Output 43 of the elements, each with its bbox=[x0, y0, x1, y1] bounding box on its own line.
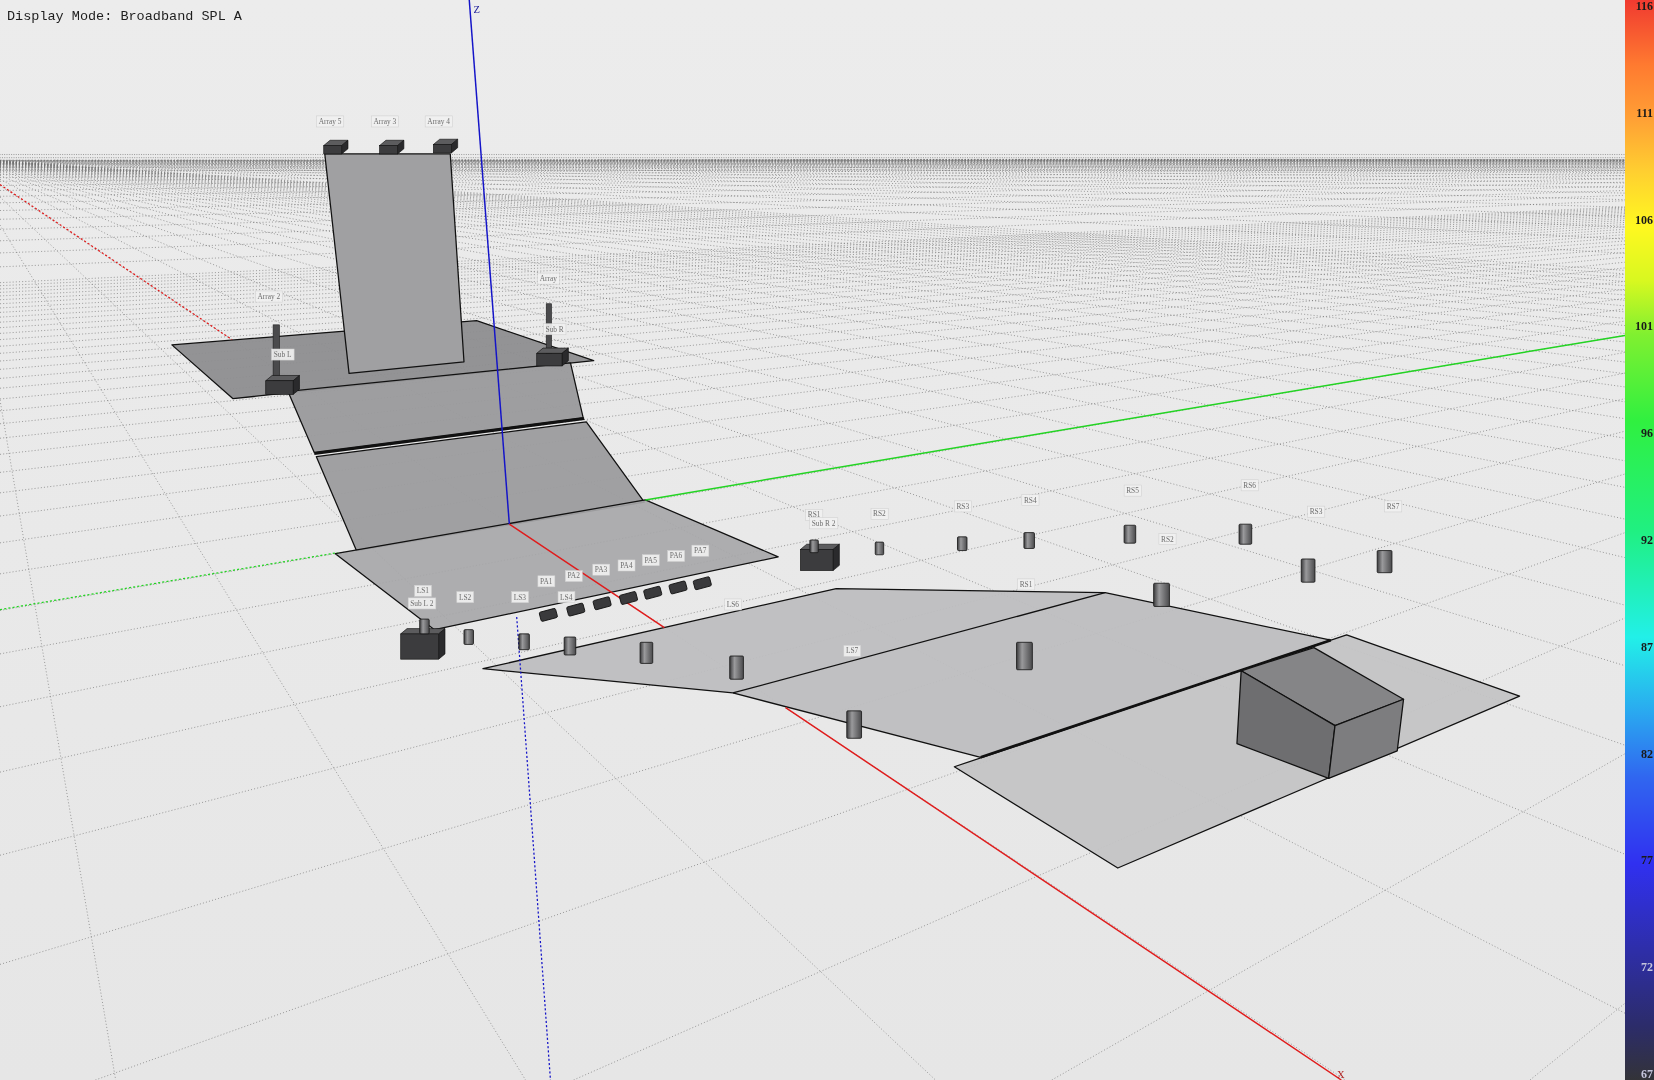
scale-tick-label: 96 bbox=[1641, 427, 1653, 440]
pole-speaker-icon bbox=[265, 324, 300, 395]
subwoofer-icon bbox=[400, 618, 446, 660]
speaker-icon bbox=[463, 629, 474, 645]
subwoofer-icon bbox=[800, 539, 840, 571]
scale-tick-label: 111 bbox=[1636, 106, 1653, 119]
speaker-icon bbox=[668, 580, 688, 595]
speaker-icon bbox=[592, 596, 612, 611]
speaker-icon bbox=[1238, 523, 1253, 545]
axis-label: Z bbox=[473, 3, 480, 15]
scale-tick-label: 87 bbox=[1641, 640, 1653, 653]
speaker-icon bbox=[692, 576, 713, 591]
scale-tick-label: 77 bbox=[1641, 854, 1653, 867]
display-mode-label: Display Mode: Broadband SPL A bbox=[7, 9, 242, 25]
axis-label: X bbox=[1337, 1068, 1345, 1080]
speaker-icon bbox=[618, 590, 639, 606]
scale-tick-label: 106 bbox=[1635, 213, 1653, 226]
scale-tick-label: 67 bbox=[1641, 1067, 1653, 1080]
speaker-icon bbox=[538, 607, 559, 623]
speaker-icon bbox=[379, 139, 405, 155]
pole-speaker-icon bbox=[536, 303, 569, 367]
speaker-icon bbox=[1023, 532, 1035, 549]
speaker-icon bbox=[433, 138, 458, 154]
speaker-icon bbox=[563, 636, 577, 656]
speaker-icon bbox=[874, 541, 885, 556]
speaker-icon bbox=[565, 602, 586, 617]
scale-tick-label: 116 bbox=[1635, 0, 1653, 12]
scale-tick-label: 101 bbox=[1635, 320, 1653, 333]
speaker-icon bbox=[639, 641, 654, 664]
speaker-icon bbox=[1153, 582, 1170, 607]
speaker-icon bbox=[729, 655, 744, 680]
speaker-icon bbox=[518, 633, 530, 651]
scale-tick-label: 72 bbox=[1641, 961, 1653, 974]
speaker-icon bbox=[642, 585, 663, 600]
speaker-icon bbox=[1300, 558, 1316, 583]
speaker-icon bbox=[1376, 550, 1393, 574]
speaker-icon bbox=[1016, 641, 1033, 671]
speaker-icon bbox=[846, 710, 862, 739]
scale-tick-label: 92 bbox=[1641, 534, 1653, 546]
scale-tick-label: 82 bbox=[1641, 747, 1653, 760]
speaker-icon bbox=[323, 139, 349, 155]
speaker-icon bbox=[957, 536, 968, 551]
speaker-icon bbox=[1123, 524, 1137, 544]
